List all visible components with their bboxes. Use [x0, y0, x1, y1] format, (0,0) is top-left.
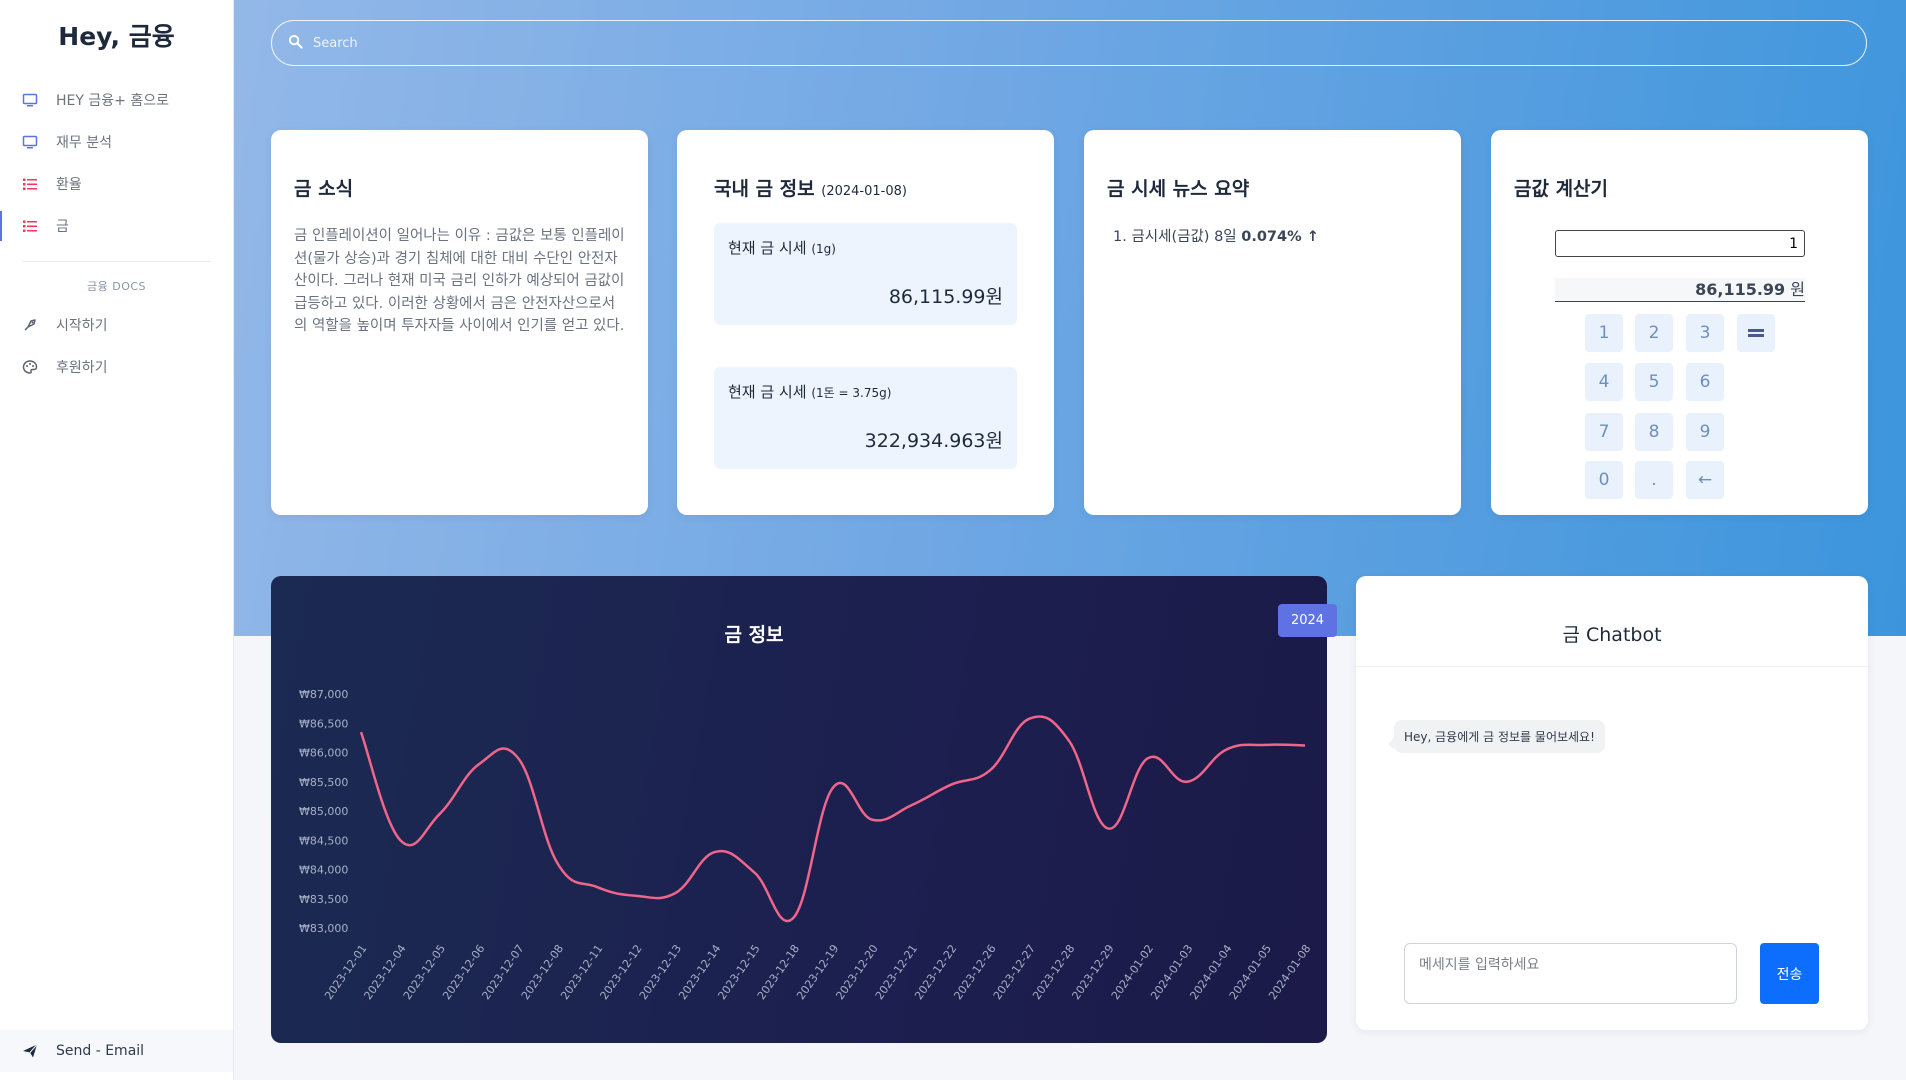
grams-input[interactable]: [1555, 230, 1805, 257]
price-per-gram-box: 현재 금 시세 (1g) 86,115.99원: [714, 223, 1017, 325]
key-7[interactable]: 7: [1585, 413, 1623, 451]
brand-title[interactable]: Hey, 금융: [0, 17, 233, 57]
x-tick-label: 2024-01-08: [1266, 942, 1313, 1002]
y-tick-label: ₩87,000: [299, 688, 348, 701]
price-per-don-box: 현재 금 시세 (1돈 = 3.75g) 322,934.963원: [714, 367, 1017, 469]
price-label-text: 현재 금 시세: [728, 239, 807, 257]
key-2[interactable]: 2: [1635, 314, 1673, 352]
monitor-icon: [22, 134, 38, 150]
gold-calculator-title: 금값 계산기: [1514, 178, 1609, 200]
calculator-result-value: 86,115.99: [1695, 280, 1786, 299]
send-email-label: Send - Email: [56, 1043, 145, 1059]
chart-title: 금 정보: [724, 624, 784, 646]
y-tick-label: ₩83,500: [299, 893, 348, 906]
sidebar-item-label: 환율: [56, 177, 82, 193]
key-equals[interactable]: [1737, 314, 1775, 352]
sidebar-item-exchange-rate[interactable]: 환율: [0, 163, 233, 205]
year-button[interactable]: 2024: [1278, 604, 1337, 637]
sidebar: Hey, 금융 HEY 금융+ 홈으로 재무 분석 환율 금 금융 DOCS 시…: [0, 0, 234, 1080]
gold-calculator-card: 금값 계산기 86,115.99 원 1 2 3 4 5 6 7 8 9 0 .…: [1491, 130, 1868, 515]
y-tick-label: ₩85,500: [299, 776, 348, 789]
equals-icon: [1748, 329, 1764, 337]
gold-news-title: 금 소식: [294, 178, 354, 200]
news-summary-item[interactable]: 1. 금시세(금값) 8일 0.074% ↑: [1113, 225, 1438, 246]
key-9[interactable]: 9: [1686, 413, 1724, 451]
domestic-gold-date: (2024-01-08): [821, 184, 907, 199]
key-0[interactable]: 0: [1585, 461, 1623, 499]
gold-news-body: 금 인플레이션이 일어나는 이유 : 금값은 보통 인플레이션(물가 상승)과 …: [294, 228, 625, 334]
news-summary-title: 금 시세 뉴스 요약: [1107, 178, 1250, 200]
key-backspace[interactable]: ←: [1686, 461, 1724, 499]
key-6[interactable]: 6: [1686, 363, 1724, 401]
main-content: 금 소식 금 인플레이션이 일어나는 이유 : 금값은 보통 인플레이션(물가 …: [234, 0, 1906, 1080]
gold-chart-card: ₩87,000 ₩86,500 ₩86,000 ₩85,500 ₩85,000 ₩84,5…: [271, 576, 1337, 1043]
news-item-text: 1. 금시세(금값) 8일: [1113, 229, 1242, 245]
rocket-icon: [22, 317, 38, 333]
sidebar-item-home[interactable]: HEY 금융+ 홈으로: [0, 79, 233, 121]
chatbot-title: 금 Chatbot: [1356, 576, 1868, 667]
key-4[interactable]: 4: [1585, 363, 1623, 401]
price-label-text: 현재 금 시세: [728, 383, 807, 401]
calculator-result: 86,115.99 원: [1555, 278, 1805, 302]
search-icon: [288, 34, 303, 53]
paper-plane-icon: [22, 1043, 38, 1059]
sidebar-divider: [22, 261, 211, 262]
sidebar-item-getting-started[interactable]: 시작하기: [0, 304, 233, 346]
price-per-gram-label: 현재 금 시세 (1g): [728, 237, 1003, 258]
sidebar-item-label: 금: [56, 219, 69, 235]
palette-icon: [22, 359, 38, 375]
gold-news-card: 금 소식 금 인플레이션이 일어나는 이유 : 금값은 보통 인플레이션(물가 …: [271, 130, 648, 515]
news-item-change: 0.074% ↑: [1241, 229, 1319, 245]
domestic-gold-title: 국내 금 정보 (2024-01-08): [714, 174, 1017, 201]
price-unit-text: (1돈 = 3.75g): [811, 386, 892, 400]
price-unit-text: (1g): [811, 242, 836, 256]
y-tick-label: ₩86,500: [299, 717, 348, 730]
key-5[interactable]: 5: [1635, 363, 1673, 401]
sidebar-item-label: 시작하기: [56, 318, 108, 334]
sidebar-item-sponsor[interactable]: 후원하기: [0, 346, 233, 388]
key-8[interactable]: 8: [1635, 413, 1673, 451]
gold-price-line: [359, 715, 1306, 922]
docs-heading: 금융 DOCS: [86, 280, 147, 293]
y-tick-label: ₩85,000: [299, 805, 348, 818]
sidebar-item-gold[interactable]: 금: [0, 205, 233, 247]
send-email-button[interactable]: Send - Email: [0, 1030, 233, 1072]
domestic-gold-card: 국내 금 정보 (2024-01-08) 현재 금 시세 (1g) 86,115…: [677, 130, 1054, 515]
chatbot-message: Hey, 금융에게 금 정보를 물어보세요!: [1388, 720, 1605, 753]
price-per-don-value: 322,934.963원: [864, 430, 1003, 452]
search-bar[interactable]: [271, 20, 1867, 66]
chat-message-input[interactable]: [1404, 943, 1737, 1004]
y-tick-label: ₩84,000: [299, 864, 348, 877]
chatbot-card: 금 Chatbot Hey, 금융에게 금 정보를 물어보세요! 전송: [1356, 576, 1868, 1030]
sidebar-item-label: 후원하기: [56, 360, 108, 376]
key-1[interactable]: 1: [1585, 314, 1623, 352]
calculator-result-unit: 원: [1785, 280, 1805, 299]
monitor-icon: [22, 92, 38, 108]
search-input[interactable]: [313, 35, 1813, 51]
price-per-gram-value: 86,115.99원: [888, 286, 1003, 308]
sidebar-item-label: 재무 분석: [56, 135, 112, 151]
y-tick-label: ₩83,000: [299, 922, 348, 935]
list-icon: [22, 176, 38, 192]
sidebar-item-financial-analysis[interactable]: 재무 분석: [0, 121, 233, 163]
domestic-gold-title-text: 국내 금 정보: [714, 178, 815, 200]
y-tick-label: ₩86,000: [299, 747, 348, 760]
price-per-don-label: 현재 금 시세 (1돈 = 3.75g): [728, 381, 1003, 402]
sidebar-item-label: HEY 금융+ 홈으로: [56, 93, 169, 109]
y-tick-label: ₩84,500: [299, 834, 348, 847]
sidebar-nav: HEY 금융+ 홈으로 재무 분석 환율 금: [0, 79, 233, 247]
key-3[interactable]: 3: [1686, 314, 1724, 352]
send-button[interactable]: 전송: [1760, 943, 1819, 1004]
key-decimal[interactable]: .: [1635, 461, 1673, 499]
news-summary-card: 금 시세 뉴스 요약 1. 금시세(금값) 8일 0.074% ↑: [1084, 130, 1461, 515]
list-icon: [22, 218, 38, 234]
